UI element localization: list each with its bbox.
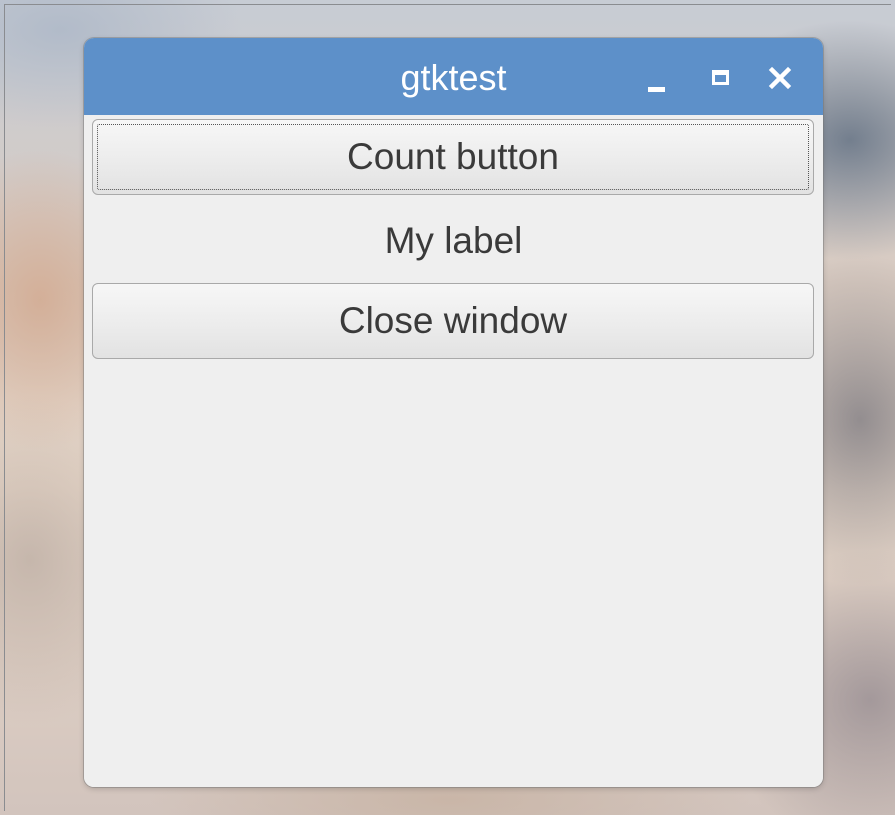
window-content: Count button My label Close window	[84, 115, 823, 787]
my-label: My label	[384, 220, 523, 261]
close-window-button[interactable]: Close window	[92, 283, 814, 359]
close-window-button-label: Close window	[338, 300, 568, 341]
title-bar[interactable]: gtktest	[84, 38, 823, 115]
minimize-icon	[648, 87, 665, 92]
minimize-button[interactable]	[636, 58, 676, 98]
maximize-icon	[712, 70, 729, 85]
maximize-button[interactable]	[700, 58, 740, 98]
count-button-label: Count button	[347, 136, 559, 177]
app-window: gtktest Count button My label Close wind…	[84, 38, 823, 787]
close-icon	[768, 66, 792, 90]
count-button[interactable]: Count button	[92, 119, 814, 195]
close-button[interactable]	[760, 58, 800, 98]
